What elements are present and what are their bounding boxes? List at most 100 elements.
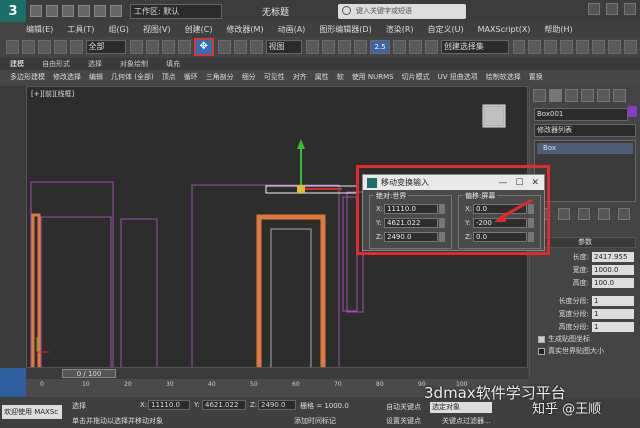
spinner-icon[interactable] <box>439 204 445 214</box>
real-world-checkbox[interactable]: 真实世界贴图大小 <box>530 345 640 357</box>
new-icon[interactable] <box>30 5 42 17</box>
pivot-center-icon[interactable] <box>306 40 320 54</box>
menu-help[interactable]: 帮助(H) <box>544 24 572 35</box>
door-frame[interactable] <box>31 213 41 368</box>
link-icon[interactable] <box>37 40 51 54</box>
ribbon-tool[interactable]: 三角剖分 <box>206 72 234 82</box>
snaps-toggle-icon[interactable] <box>354 40 367 54</box>
open-icon[interactable] <box>46 5 58 17</box>
modifier-list-dropdown[interactable]: 修改器列表 <box>534 124 636 137</box>
configure-sets-icon[interactable] <box>618 208 630 220</box>
auto-key-button[interactable]: 自动关键点 <box>386 402 421 412</box>
checkbox-box[interactable] <box>538 347 545 355</box>
length-segs-field[interactable]: 1 <box>592 295 634 306</box>
tab-selection[interactable]: 选择 <box>88 59 102 69</box>
menu-modifiers[interactable]: 修改器(M) <box>226 24 263 35</box>
named-selection-dropdown[interactable]: 创建选择集 <box>440 40 509 54</box>
select-object-icon[interactable] <box>129 40 143 54</box>
ribbon-tool[interactable]: 属性 <box>315 72 329 82</box>
spinner-icon[interactable] <box>528 232 534 242</box>
checkbox-box[interactable] <box>538 335 545 343</box>
ribbon-tool[interactable]: 可见性 <box>264 72 285 82</box>
height-field[interactable]: 100.0 <box>592 277 634 288</box>
window-crossing-icon[interactable] <box>177 40 191 54</box>
search-input[interactable]: 键入关键字或短语 <box>338 4 466 19</box>
ribbon-tool[interactable]: 循环 <box>184 72 198 82</box>
menu-tools[interactable]: 工具(T) <box>67 24 94 35</box>
menu-maxscript[interactable]: MAXScript(X) <box>478 25 531 34</box>
utilities-tab-icon[interactable] <box>613 89 626 102</box>
project-icon[interactable] <box>110 5 122 17</box>
selection-filter-dropdown[interactable]: 全部 <box>85 40 126 54</box>
maximize-icon[interactable] <box>606 3 618 15</box>
save-icon[interactable] <box>62 5 74 17</box>
maximize-icon[interactable]: ☐ <box>515 178 523 188</box>
scale-icon[interactable] <box>233 40 247 54</box>
align-icon[interactable] <box>528 40 542 54</box>
create-tab-icon[interactable] <box>533 89 546 102</box>
place-icon[interactable] <box>249 40 263 54</box>
minimize-icon[interactable]: — <box>498 178 507 188</box>
redo-tool-icon[interactable] <box>21 40 35 54</box>
width-field[interactable]: 1000.0 <box>592 264 634 275</box>
tab-object-paint[interactable]: 对象绘制 <box>120 59 148 69</box>
time-slider-thumb[interactable]: 0 / 100 <box>62 369 116 378</box>
tab-freeform[interactable]: 自由形式 <box>42 59 70 69</box>
ribbon-tool[interactable]: 修改选择 <box>53 72 81 82</box>
width-segs-field[interactable]: 1 <box>592 308 634 319</box>
wireframe-object[interactable] <box>40 216 112 368</box>
spinner-icon[interactable] <box>439 218 445 228</box>
menu-views[interactable]: 视图(V) <box>143 24 171 35</box>
gizmo-center[interactable] <box>297 185 305 193</box>
coord-z-field[interactable]: 2490.0 <box>258 400 296 410</box>
abs-y-field[interactable]: 4621.022 <box>384 218 438 228</box>
motion-tab-icon[interactable] <box>581 89 594 102</box>
coord-y-field[interactable]: 4621.022 <box>202 400 246 410</box>
wireframe-object[interactable] <box>191 184 340 368</box>
selection-region-icon[interactable] <box>161 40 175 54</box>
angle-snap-icon[interactable]: 2.5 <box>369 40 391 54</box>
percent-snap-icon[interactable] <box>393 40 407 54</box>
object-color-swatch[interactable] <box>628 106 637 117</box>
ribbon-tool[interactable]: 细分 <box>242 72 256 82</box>
hierarchy-tab-icon[interactable] <box>565 89 578 102</box>
abs-z-field[interactable]: 2490.0 <box>384 232 438 242</box>
modify-tab-icon[interactable] <box>549 89 562 102</box>
ribbon-tool[interactable]: 绘制软选择 <box>486 72 521 82</box>
ribbon-tool[interactable]: 几何体 (全部) <box>111 72 154 82</box>
tab-modeling[interactable]: 建模 <box>10 59 24 69</box>
stack-item-box[interactable]: Box <box>537 143 633 154</box>
dialog-title-bar[interactable]: 移动变换输入 — ☐ ✕ <box>363 175 544 190</box>
offset-z-field[interactable]: 0.0 <box>473 232 527 242</box>
menu-customize[interactable]: 自定义(U) <box>428 24 464 35</box>
selection-set-dropdown[interactable]: 选定对象 <box>430 402 492 413</box>
ribbon-tool[interactable]: 对齐 <box>293 72 307 82</box>
menu-group[interactable]: 组(G) <box>108 24 128 35</box>
reference-coordinate-dropdown[interactable]: 视图 <box>265 40 303 54</box>
show-end-result-icon[interactable] <box>558 208 570 220</box>
add-time-tag[interactable]: 添加时间标记 <box>294 416 336 426</box>
close-icon[interactable]: ✕ <box>531 178 539 188</box>
menu-create[interactable]: 创建(C) <box>185 24 213 35</box>
spinner-icon[interactable] <box>439 232 445 242</box>
ribbon-tool[interactable]: 软 <box>337 72 344 82</box>
undo-icon[interactable] <box>78 5 90 17</box>
edit-named-selection-icon[interactable] <box>424 40 438 54</box>
spinner-snap-icon[interactable] <box>409 40 422 54</box>
unlink-icon[interactable] <box>53 40 67 54</box>
display-tab-icon[interactable] <box>597 89 610 102</box>
undo-tool-icon[interactable] <box>6 40 19 54</box>
workspace-dropdown[interactable]: 工作区: 默认 <box>130 3 222 19</box>
close-icon[interactable] <box>624 3 636 15</box>
wireframe-object[interactable] <box>342 196 358 312</box>
menu-graph-editors[interactable]: 图形编辑器(D) <box>319 24 371 35</box>
select-by-name-icon[interactable] <box>145 40 159 54</box>
parameters-rollout-header[interactable]: 参数 <box>534 237 636 248</box>
ribbon-tool[interactable]: 顶点 <box>162 72 176 82</box>
abs-x-field[interactable]: 11110.0 <box>384 204 438 214</box>
key-filters-button[interactable]: 关键点过滤器... <box>442 416 491 426</box>
coord-x-field[interactable]: 11110.0 <box>148 400 190 410</box>
ribbon-tool[interactable]: 切片模式 <box>402 72 430 82</box>
viewport-label[interactable]: [+][前][线框] <box>31 89 74 99</box>
maxscript-listener-area[interactable] <box>0 368 26 397</box>
